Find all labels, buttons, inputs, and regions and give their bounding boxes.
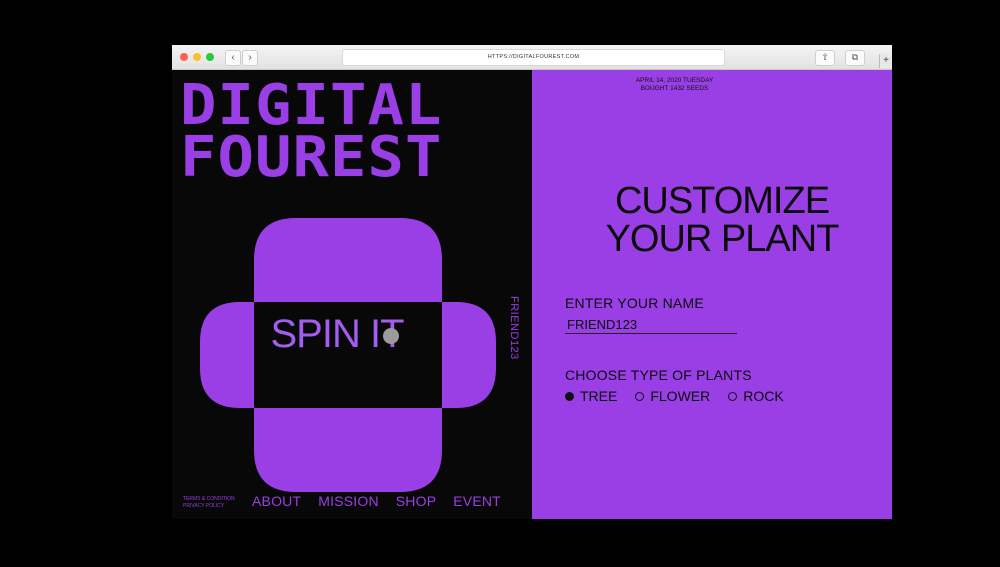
radio-tree-label: TREE <box>580 388 618 404</box>
name-label: ENTER YOUR NAME <box>565 295 704 311</box>
radio-tree-indicator[interactable] <box>565 391 574 401</box>
vertical-username: FRIEND123 <box>508 296 520 360</box>
close-window-button[interactable] <box>180 53 188 61</box>
left-panel: DIGITAL FOUREST SPIN IT FRIEND123 TERMS … <box>172 70 532 519</box>
plant-type-group: TREE FLOWER ROCK <box>565 388 784 404</box>
plus-icon: + <box>883 55 889 66</box>
radio-flower-label: FLOWER <box>650 388 711 404</box>
browser-window: ‹ › HTTPS://DIGITALFOUREST.COM ⇧ ⧉ + DIG… <box>172 45 892 519</box>
seeds-count: BOUGHT 1432 SEEDS <box>640 85 709 92</box>
tabs-icon: ⧉ <box>851 52 859 62</box>
tabs-button[interactable]: ⧉ <box>845 50 865 66</box>
chevron-right-icon: › <box>248 52 252 63</box>
plant-type-label: CHOOSE TYPE OF PLANTS <box>565 367 752 383</box>
nav-shop[interactable]: SHOP <box>396 493 436 509</box>
nav-mission[interactable]: MISSION <box>318 493 379 509</box>
box-flap-left <box>200 302 254 408</box>
box-flap-top <box>254 218 442 302</box>
address-bar[interactable]: HTTPS://DIGITALFOUREST.COM <box>342 49 725 66</box>
forward-button[interactable]: › <box>242 50 258 66</box>
chevron-left-icon: ‹ <box>231 52 235 63</box>
privacy-link[interactable]: PRIVACY POLICY <box>183 503 235 510</box>
title-line-1: CUSTOMIZE <box>614 180 830 222</box>
mouse-cursor <box>383 328 399 344</box>
nav-event[interactable]: EVENT <box>453 493 501 509</box>
zoom-window-button[interactable] <box>206 53 214 61</box>
new-tab-button[interactable]: + <box>879 54 892 68</box>
radio-flower-indicator[interactable] <box>635 391 645 401</box>
box-flap-right <box>442 302 496 408</box>
customize-panel: APRIL 14, 2020 TUESDAY BOUGHT 1432 SEEDS… <box>532 70 892 519</box>
title-line-2: YOUR PLANT <box>605 218 840 260</box>
share-icon: ⇧ <box>821 52 829 62</box>
radio-rock-label: ROCK <box>743 388 784 404</box>
site-logo[interactable]: DIGITAL FOUREST <box>180 78 443 190</box>
radio-rock[interactable]: ROCK <box>728 388 784 404</box>
minimize-window-button[interactable] <box>193 53 201 61</box>
box-flap-bottom <box>254 408 442 492</box>
nav-about[interactable]: ABOUT <box>252 493 301 509</box>
terms-link[interactable]: TERMS & CONDITION <box>183 496 235 503</box>
radio-tree[interactable]: TREE <box>565 388 617 404</box>
back-button[interactable]: ‹ <box>225 50 241 66</box>
footer-nav: ABOUT MISSION SHOP EVENT <box>252 493 501 509</box>
logo-line-2: FOUREST <box>180 125 443 190</box>
legal-links: TERMS & CONDITION PRIVACY POLICY <box>183 496 235 510</box>
radio-rock-indicator[interactable] <box>728 391 738 401</box>
radio-flower[interactable]: FLOWER <box>635 388 710 404</box>
name-input[interactable] <box>565 315 737 334</box>
spin-it-button[interactable]: SPIN IT <box>247 312 427 357</box>
page-title: CUSTOMIZE YOUR PLANT <box>572 182 872 258</box>
date-line: APRIL 14, 2020 TUESDAY <box>635 77 714 84</box>
share-button[interactable]: ⇧ <box>815 50 835 66</box>
browser-toolbar: ‹ › HTTPS://DIGITALFOUREST.COM ⇧ ⧉ + <box>172 45 892 70</box>
date-info: APRIL 14, 2020 TUESDAY BOUGHT 1432 SEEDS <box>532 77 817 93</box>
